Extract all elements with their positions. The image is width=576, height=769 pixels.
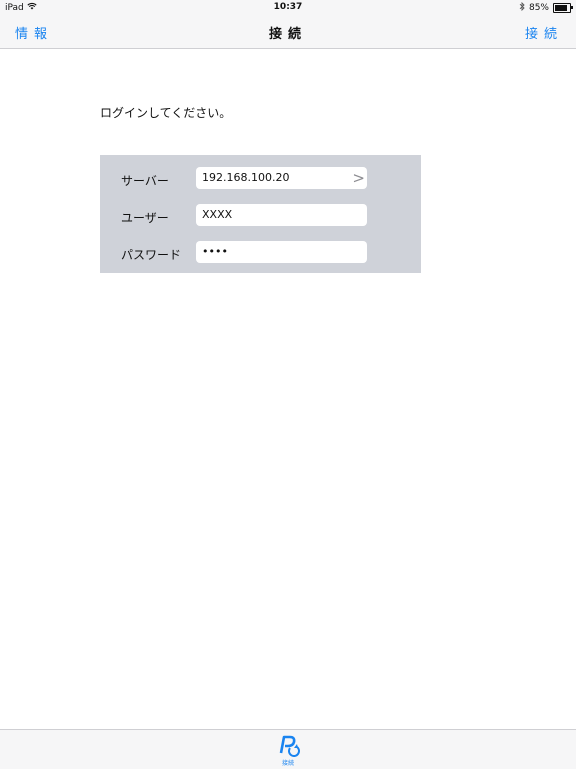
user-value: XXXX [202, 208, 233, 221]
navigation-bar: 情報 接続 接続 [0, 14, 576, 49]
battery-icon [553, 3, 573, 13]
page-title: 接続 [268, 27, 307, 42]
user-field[interactable]: XXXX [196, 204, 367, 226]
bluetooth-icon [519, 1, 525, 14]
server-row: サーバー 192.168.100.20 > [100, 167, 421, 191]
battery-level [555, 5, 567, 11]
password-value: •••• [202, 245, 228, 258]
server-value: 192.168.100.20 [202, 171, 290, 184]
login-prompt: ログインしてください。 [100, 106, 232, 120]
chevron-right-icon[interactable]: > [352, 167, 365, 189]
user-label: ユーザー [121, 211, 169, 225]
status-right: 85% [519, 1, 573, 14]
password-label: パスワード [121, 248, 182, 262]
tab-bar: 接続 [0, 729, 576, 769]
password-field[interactable]: •••• [196, 241, 367, 263]
status-bar: iPad 10:37 85% [0, 0, 576, 14]
user-row: ユーザー XXXX [100, 204, 421, 228]
tab-connect[interactable]: 接続 [270, 732, 306, 768]
login-form: サーバー 192.168.100.20 > ユーザー XXXX パスワード ••… [100, 155, 421, 273]
server-field[interactable]: 192.168.100.20 > [196, 167, 367, 189]
tab-connect-label: 接続 [281, 760, 294, 767]
password-row: パスワード •••• [100, 241, 421, 265]
server-label: サーバー [121, 174, 169, 188]
battery-percent: 85% [528, 3, 549, 13]
connect-button[interactable]: 接続 [525, 23, 563, 42]
status-time: 10:37 [273, 2, 303, 12]
